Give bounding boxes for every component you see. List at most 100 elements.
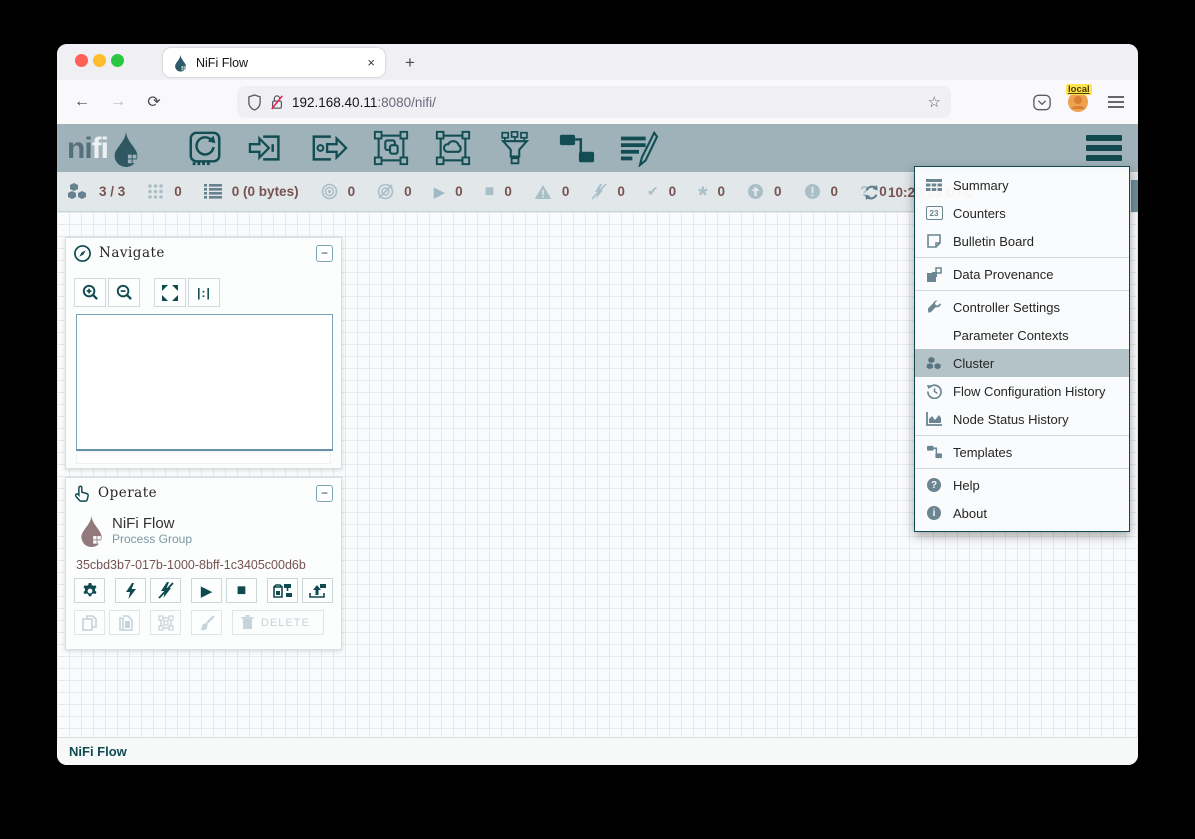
counters-icon: 23: [926, 206, 943, 220]
breadcrumb-bar: NiFi Flow: [57, 737, 1138, 765]
tab-close-icon[interactable]: ×: [367, 55, 375, 70]
operate-panel: Operate − NiFi Flow Process Group 35cbd3…: [65, 477, 342, 650]
menu-item-help[interactable]: ? Help: [915, 471, 1129, 499]
back-button[interactable]: ←: [69, 89, 95, 115]
funnel-component[interactable]: [495, 129, 535, 167]
flow-name: NiFi Flow: [112, 515, 192, 532]
operate-collapse-button[interactable]: −: [316, 485, 333, 502]
reload-button[interactable]: ⟳: [141, 89, 167, 115]
start-play-icon: ▶: [201, 582, 213, 600]
zoom-actual-button[interactable]: |:|: [188, 278, 220, 307]
bullseye-icon: [321, 183, 338, 200]
output-port-component[interactable]: [309, 129, 349, 167]
label-component[interactable]: [619, 129, 659, 167]
forward-button[interactable]: →: [105, 89, 131, 115]
refresh-icon[interactable]: [863, 184, 880, 201]
status-transmitting: 0: [321, 183, 356, 200]
zoom-fit-button[interactable]: [154, 278, 186, 307]
brush-icon: [199, 615, 215, 631]
play-icon: ▶: [434, 183, 446, 201]
global-menu-button[interactable]: [1086, 135, 1122, 161]
operate-header[interactable]: Operate −: [66, 478, 341, 508]
profile-badge: local: [1066, 84, 1092, 95]
browser-navbar: ← → ⟳ 192.168.40.11:8080/nifi/ ☆: [57, 80, 1138, 125]
template-icon: [558, 129, 596, 167]
menu-item-controller-settings[interactable]: Controller Settings: [915, 293, 1129, 321]
status-up-to-date: ✔ 0: [647, 183, 676, 200]
status-invalid: 0: [534, 184, 570, 200]
url-text: 192.168.40.11:8080/nifi/: [292, 95, 920, 110]
operate-buttons-row1: ▶ ■: [74, 578, 333, 603]
hamburger-icon: [1086, 135, 1122, 141]
tab-title: NiFi Flow: [196, 56, 359, 70]
shield-icon[interactable]: [247, 94, 262, 111]
zoom-out-button[interactable]: [108, 278, 140, 307]
label-icon: [619, 129, 659, 167]
nifi-header-toolbar: nifi: [57, 124, 1138, 172]
output-port-icon: [310, 129, 348, 167]
upload-template-button[interactable]: [302, 578, 333, 603]
pocket-button[interactable]: [1029, 89, 1055, 115]
delete-button[interactable]: DELETE: [232, 610, 324, 635]
new-tab-button[interactable]: +: [397, 50, 423, 76]
disable-button[interactable]: [150, 578, 181, 603]
zoom-in-button[interactable]: [74, 278, 106, 307]
menu-item-parameter-contexts[interactable]: Parameter Contexts: [915, 321, 1129, 349]
operate-buttons-row2: DELETE: [74, 610, 324, 635]
flow-type: Process Group: [112, 532, 192, 546]
menu-item-templates[interactable]: Templates: [915, 438, 1129, 466]
template-component[interactable]: [557, 129, 597, 167]
cubes-menu-icon: [926, 356, 943, 371]
navigate-title: Navigate: [99, 245, 308, 261]
navigate-collapse-button[interactable]: −: [316, 245, 333, 262]
navigate-header[interactable]: Navigate −: [66, 238, 341, 268]
gear-icon: [82, 583, 98, 599]
fill-color-button[interactable]: [191, 610, 222, 635]
menu-item-counters[interactable]: 23 Counters: [915, 199, 1129, 227]
birdseye-map[interactable]: [76, 314, 333, 451]
menu-item-summary[interactable]: Summary: [915, 171, 1129, 199]
configure-button[interactable]: [74, 578, 105, 603]
remote-process-group-component[interactable]: [433, 129, 473, 167]
table-icon: [926, 179, 942, 192]
exclamation-circle-icon: [804, 183, 821, 200]
browser-tab[interactable]: NiFi Flow ×: [163, 48, 385, 77]
group-selection-icon: [158, 615, 174, 631]
menu-item-data-provenance[interactable]: Data Provenance: [915, 260, 1129, 288]
menu-divider: [915, 290, 1129, 291]
menu-item-node-status-history[interactable]: Node Status History: [915, 405, 1129, 433]
save-template-button[interactable]: [267, 578, 298, 603]
traffic-light-zoom[interactable]: [111, 54, 124, 67]
process-group-icon: [372, 129, 410, 167]
menu-item-about[interactable]: i About: [915, 499, 1129, 527]
reload-icon: ⟳: [147, 92, 160, 112]
enable-button[interactable]: [115, 578, 146, 603]
list-icon: [204, 184, 222, 199]
processor-component[interactable]: [185, 129, 225, 167]
traffic-light-close[interactable]: [75, 54, 88, 67]
insecure-lock-icon[interactable]: [270, 94, 284, 110]
forward-icon: →: [110, 93, 126, 111]
bolt-slash-dark-icon: [158, 582, 174, 599]
bolt-icon: [125, 583, 137, 599]
breadcrumb[interactable]: NiFi Flow: [69, 744, 127, 759]
stop-button[interactable]: ■: [226, 578, 257, 603]
traffic-light-minimize[interactable]: [93, 54, 106, 67]
menu-item-bulletin-board[interactable]: Bulletin Board: [915, 227, 1129, 255]
copy-button[interactable]: [74, 610, 105, 635]
pocket-icon: [1033, 94, 1051, 111]
bookmark-star-icon[interactable]: ☆: [928, 93, 941, 111]
paste-button[interactable]: [109, 610, 140, 635]
global-app-menu: Summary 23 Counters Bulletin Board Data …: [914, 166, 1130, 532]
menu-item-flow-configuration-history[interactable]: Flow Configuration History: [915, 377, 1129, 405]
process-group-component[interactable]: [371, 129, 411, 167]
browser-menu-button[interactable]: [1103, 89, 1129, 115]
start-button[interactable]: ▶: [191, 578, 222, 603]
menu-item-cluster[interactable]: Cluster: [915, 349, 1129, 377]
input-port-component[interactable]: [247, 129, 287, 167]
upload-template-icon: [308, 583, 327, 599]
paste-icon: [117, 615, 133, 631]
template-menu-icon: [927, 445, 942, 459]
group-button[interactable]: [150, 610, 181, 635]
url-bar[interactable]: 192.168.40.11:8080/nifi/ ☆: [237, 86, 951, 118]
